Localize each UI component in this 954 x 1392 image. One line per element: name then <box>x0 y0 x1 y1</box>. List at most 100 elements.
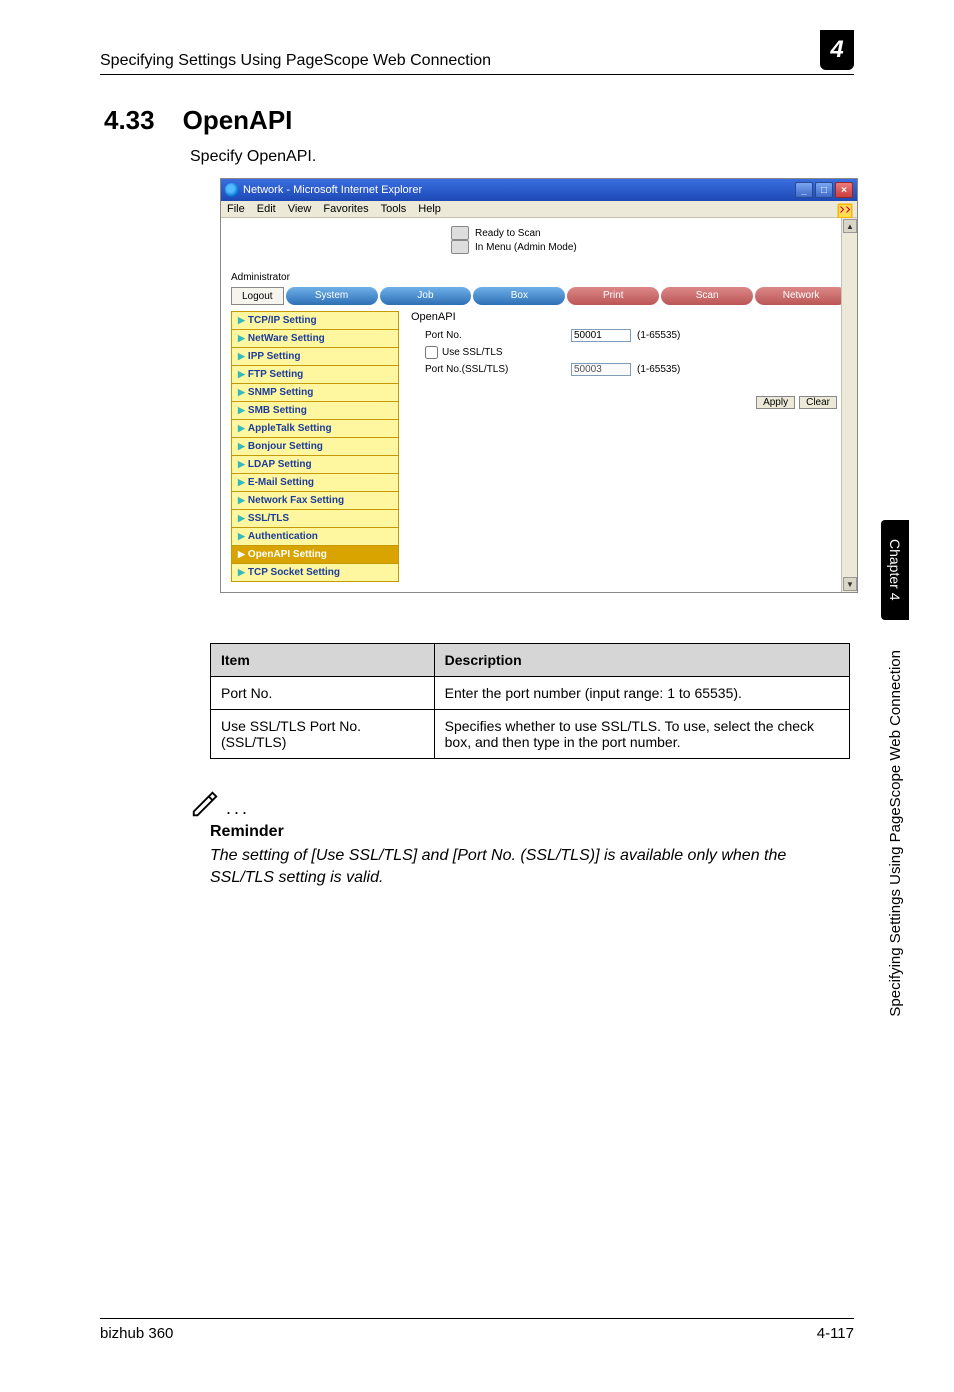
reminder-heading: Reminder <box>210 823 954 841</box>
status-line-1: Ready to Scan <box>475 228 541 239</box>
table-cell-item: Use SSL/TLS Port No. (SSL/TLS) <box>211 710 435 759</box>
side-chapter-tab: Chapter 4 <box>881 520 909 620</box>
ie-icon <box>225 183 239 197</box>
content-panel: OpenAPI Port No. (1-65535) Use SSL/TLS P… <box>407 311 847 582</box>
tab-box[interactable]: Box <box>473 287 565 305</box>
section-title: OpenAPI <box>183 105 293 135</box>
tab-network[interactable]: Network <box>755 287 847 305</box>
footer-left: bizhub 360 <box>100 1325 173 1342</box>
sidebar-item-ldap[interactable]: ▶LDAP Setting <box>231 456 399 474</box>
maximize-button[interactable]: □ <box>815 182 833 198</box>
arrow-icon: ▶ <box>238 441 245 452</box>
logout-button[interactable]: Logout <box>231 287 284 305</box>
port-ssl-input[interactable] <box>571 363 631 376</box>
sidebar-item-label: FTP Setting <box>248 369 303 380</box>
sidebar-item-label: AppleTalk Setting <box>248 423 332 434</box>
tab-print[interactable]: Print <box>567 287 659 305</box>
admin-label: Administrator <box>231 272 847 283</box>
sidebar-item-label: IPP Setting <box>248 351 301 362</box>
sidebar-item-label: Authentication <box>248 531 318 542</box>
table-cell-desc: Enter the port number (input range: 1 to… <box>434 677 849 710</box>
sidebar-item-appletalk[interactable]: ▶AppleTalk Setting <box>231 420 399 438</box>
apply-button[interactable]: Apply <box>756 396 795 409</box>
note-icon: ... <box>190 789 954 819</box>
sidebar-item-netware[interactable]: ▶NetWare Setting <box>231 330 399 348</box>
sidebar-item-ipp[interactable]: ▶IPP Setting <box>231 348 399 366</box>
sidebar-item-auth[interactable]: ▶Authentication <box>231 528 399 546</box>
menu-file[interactable]: File <box>227 203 245 215</box>
sidebar-item-ftp[interactable]: ▶FTP Setting <box>231 366 399 384</box>
screenshot-window: Network - Microsoft Internet Explorer _ … <box>220 178 858 593</box>
arrow-icon: ▶ <box>238 513 245 524</box>
sidebar-item-smb[interactable]: ▶SMB Setting <box>231 402 399 420</box>
port-range: (1-65535) <box>637 330 680 341</box>
chapter-badge: 4 <box>820 30 854 70</box>
note-dots-icon: ... <box>226 798 250 819</box>
arrow-icon: ▶ <box>238 405 245 416</box>
minimize-button[interactable]: _ <box>795 182 813 198</box>
table-cell-item: Port No. <box>211 677 435 710</box>
content-area: ▲ ▼ Ready to Scan In Menu (Admin Mode) A… <box>221 218 857 592</box>
sidebar-item-label: LDAP Setting <box>248 459 312 470</box>
table-head-item: Item <box>211 644 435 677</box>
scrollbar[interactable]: ▲ ▼ <box>841 218 857 592</box>
sidebar-item-ssltls[interactable]: ▶SSL/TLS <box>231 510 399 528</box>
arrow-icon: ▶ <box>238 369 245 380</box>
table-head-desc: Description <box>434 644 849 677</box>
tab-job[interactable]: Job <box>380 287 472 305</box>
port-input[interactable] <box>571 329 631 342</box>
port-ssl-range: (1-65535) <box>637 364 680 375</box>
sidebar-item-label: TCP Socket Setting <box>248 567 340 578</box>
sidebar-item-snmp[interactable]: ▶SNMP Setting <box>231 384 399 402</box>
scroll-down-button[interactable]: ▼ <box>843 577 857 591</box>
section-intro: Specify OpenAPI. <box>190 148 954 166</box>
tab-scan[interactable]: Scan <box>661 287 753 305</box>
sidebar-item-networkfax[interactable]: ▶Network Fax Setting <box>231 492 399 510</box>
sidebar-item-label: SMB Setting <box>248 405 307 416</box>
sidebar-item-label: NetWare Setting <box>248 333 325 344</box>
status-icon-2 <box>451 240 469 254</box>
tab-system[interactable]: System <box>286 287 378 305</box>
menu-edit[interactable]: Edit <box>257 203 276 215</box>
close-button[interactable]: × <box>835 182 853 198</box>
sidebar-item-email[interactable]: ▶E-Mail Setting <box>231 474 399 492</box>
use-ssl-checkbox[interactable] <box>425 346 438 359</box>
sidebar-item-tcpsocket[interactable]: ▶TCP Socket Setting <box>231 564 399 582</box>
arrow-icon: ▶ <box>238 387 245 398</box>
port-label: Port No. <box>411 330 571 341</box>
port-ssl-label: Port No.(SSL/TLS) <box>411 364 571 375</box>
sidebar-item-openapi[interactable]: ▶OpenAPI Setting <box>231 546 399 564</box>
page-footer: bizhub 360 4-117 <box>100 1318 854 1342</box>
menubar: File Edit View Favorites Tools Help <box>221 201 857 218</box>
status-line-2: In Menu (Admin Mode) <box>475 242 577 253</box>
clear-button[interactable]: Clear <box>799 396 837 409</box>
arrow-icon: ▶ <box>238 567 245 578</box>
sidebar-item-label: TCP/IP Setting <box>248 315 317 326</box>
footer-right: 4-117 <box>817 1325 854 1342</box>
side-vertical-text: Specifying Settings Using PageScope Web … <box>887 650 904 1017</box>
arrow-icon: ▶ <box>238 495 245 506</box>
arrow-icon: ▶ <box>238 477 245 488</box>
menu-tools[interactable]: Tools <box>381 203 407 215</box>
menu-help[interactable]: Help <box>418 203 441 215</box>
arrow-icon: ▶ <box>238 423 245 434</box>
arrow-icon: ▶ <box>238 531 245 542</box>
page-header-title: Specifying Settings Using PageScope Web … <box>100 52 491 70</box>
arrow-icon: ▶ <box>238 351 245 362</box>
scroll-up-button[interactable]: ▲ <box>843 219 857 233</box>
sidebar-item-label: Bonjour Setting <box>248 441 323 452</box>
section-heading: 4.33 OpenAPI <box>104 105 954 136</box>
sidebar-item-bonjour[interactable]: ▶Bonjour Setting <box>231 438 399 456</box>
arrow-icon: ▶ <box>238 549 245 560</box>
status-icon <box>451 226 469 240</box>
sidebar-item-label: SNMP Setting <box>248 387 313 398</box>
table-row: Port No. Enter the port number (input ra… <box>211 677 850 710</box>
use-ssl-label: Use SSL/TLS <box>442 347 503 358</box>
section-number: 4.33 <box>104 105 155 135</box>
sidebar-item-label: SSL/TLS <box>248 513 289 524</box>
menu-favorites[interactable]: Favorites <box>323 203 368 215</box>
sidebar-item-label: Network Fax Setting <box>248 495 344 506</box>
arrow-icon: ▶ <box>238 459 245 470</box>
sidebar-item-tcpip[interactable]: ▶TCP/IP Setting <box>231 311 399 330</box>
menu-view[interactable]: View <box>288 203 312 215</box>
